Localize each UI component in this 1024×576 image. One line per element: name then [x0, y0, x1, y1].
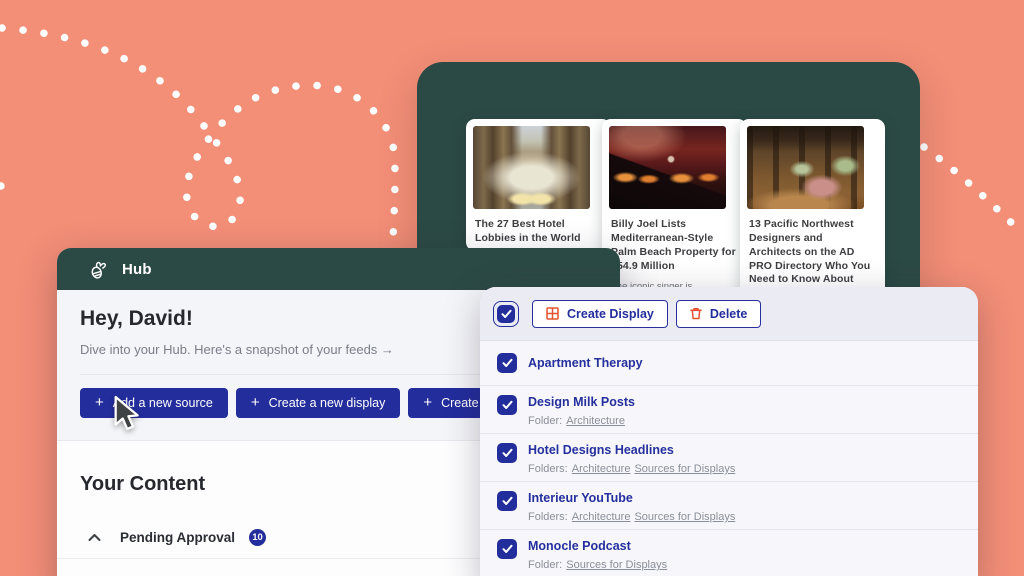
sources-list: Apartment Therapy Design Milk Posts Fold… [480, 341, 978, 576]
marketing-canvas: The 27 Best Hotel Lobbies in the World B… [0, 0, 1024, 576]
add-source-button[interactable]: + Add a new source [80, 388, 228, 418]
row-checkbox[interactable] [497, 395, 517, 415]
folder-link[interactable]: Sources for Displays [634, 511, 735, 523]
folder-link[interactable]: Architecture [572, 511, 631, 523]
checkmark-icon [502, 448, 513, 458]
row-checkbox[interactable] [497, 539, 517, 559]
source-folders: Folders:ArchitectureSources for Displays [528, 463, 735, 475]
source-folders: Folders:ArchitectureSources for Displays [528, 511, 735, 523]
plus-icon: + [95, 395, 104, 410]
plus-icon: + [423, 395, 432, 410]
sources-panel: Create Display Delete Apartment Therapy [480, 287, 978, 576]
source-title[interactable]: Monocle Podcast [528, 539, 667, 554]
article-title: 13 Pacific Northwest Designers and Archi… [749, 218, 876, 287]
article-title: The 27 Best Hotel Lobbies in the World [475, 218, 602, 246]
article-title: Billy Joel Lists Mediterranean-Style Pal… [611, 218, 738, 273]
row-checkbox[interactable] [497, 353, 517, 373]
source-row[interactable]: Monocle Podcast Folder:Sources for Displ… [480, 530, 978, 576]
greeting-subtitle: Dive into your Hub. Here's a snapshot of… [80, 342, 394, 357]
source-folders: Folder:Sources for Displays [528, 559, 667, 571]
checkmark-icon [502, 544, 513, 554]
source-row[interactable]: Hotel Designs Headlines Folders:Architec… [480, 434, 978, 482]
source-row[interactable]: Apartment Therapy [480, 341, 978, 386]
source-title[interactable]: Design Milk Posts [528, 395, 635, 410]
checkmark-icon [501, 309, 512, 319]
row-checkbox[interactable] [497, 443, 517, 463]
grid-icon [546, 307, 559, 320]
source-row[interactable]: Design Milk Posts Folder:Architecture [480, 386, 978, 434]
folder-link[interactable]: Sources for Displays [566, 559, 667, 571]
create-display-button[interactable]: + Create a new display [236, 388, 401, 418]
sources-toolbar: Create Display Delete [480, 287, 978, 341]
checkmark-icon [502, 400, 513, 410]
app-title: Hub [122, 261, 152, 278]
chevron-up-icon[interactable] [88, 533, 101, 542]
source-title[interactable]: Apartment Therapy [528, 356, 643, 371]
source-title[interactable]: Interieur YouTube [528, 491, 735, 506]
source-folders: Folder:Architecture [528, 415, 635, 427]
plus-icon: + [251, 395, 260, 410]
source-title[interactable]: Hotel Designs Headlines [528, 443, 735, 458]
pending-count-badge: 10 [249, 529, 266, 546]
trash-icon [690, 307, 702, 320]
greeting-heading: Hey, David! [80, 307, 193, 331]
pending-approval-label: Pending Approval [120, 530, 235, 545]
article-image-billy-joel [609, 126, 726, 209]
arrow-cursor [110, 394, 144, 434]
checkmark-icon [502, 496, 513, 506]
folder-link[interactable]: Architecture [572, 463, 631, 475]
hub-header: Hub [57, 248, 620, 290]
bee-logo-icon [87, 258, 110, 281]
folder-link[interactable]: Sources for Displays [634, 463, 735, 475]
article-image-hotel-lobby [473, 126, 590, 209]
article-image-interior [747, 126, 864, 209]
delete-toolbar-button[interactable]: Delete [676, 300, 762, 328]
create-display-toolbar-button[interactable]: Create Display [532, 300, 668, 328]
select-all-checkbox[interactable] [497, 305, 515, 323]
checkmark-icon [502, 358, 513, 368]
select-all-focus-ring [493, 301, 519, 327]
row-checkbox[interactable] [497, 491, 517, 511]
source-row[interactable]: Interieur YouTube Folders:ArchitectureSo… [480, 482, 978, 530]
article-card[interactable]: The 27 Best Hotel Lobbies in the World [466, 119, 611, 251]
folder-link[interactable]: Architecture [566, 415, 625, 427]
